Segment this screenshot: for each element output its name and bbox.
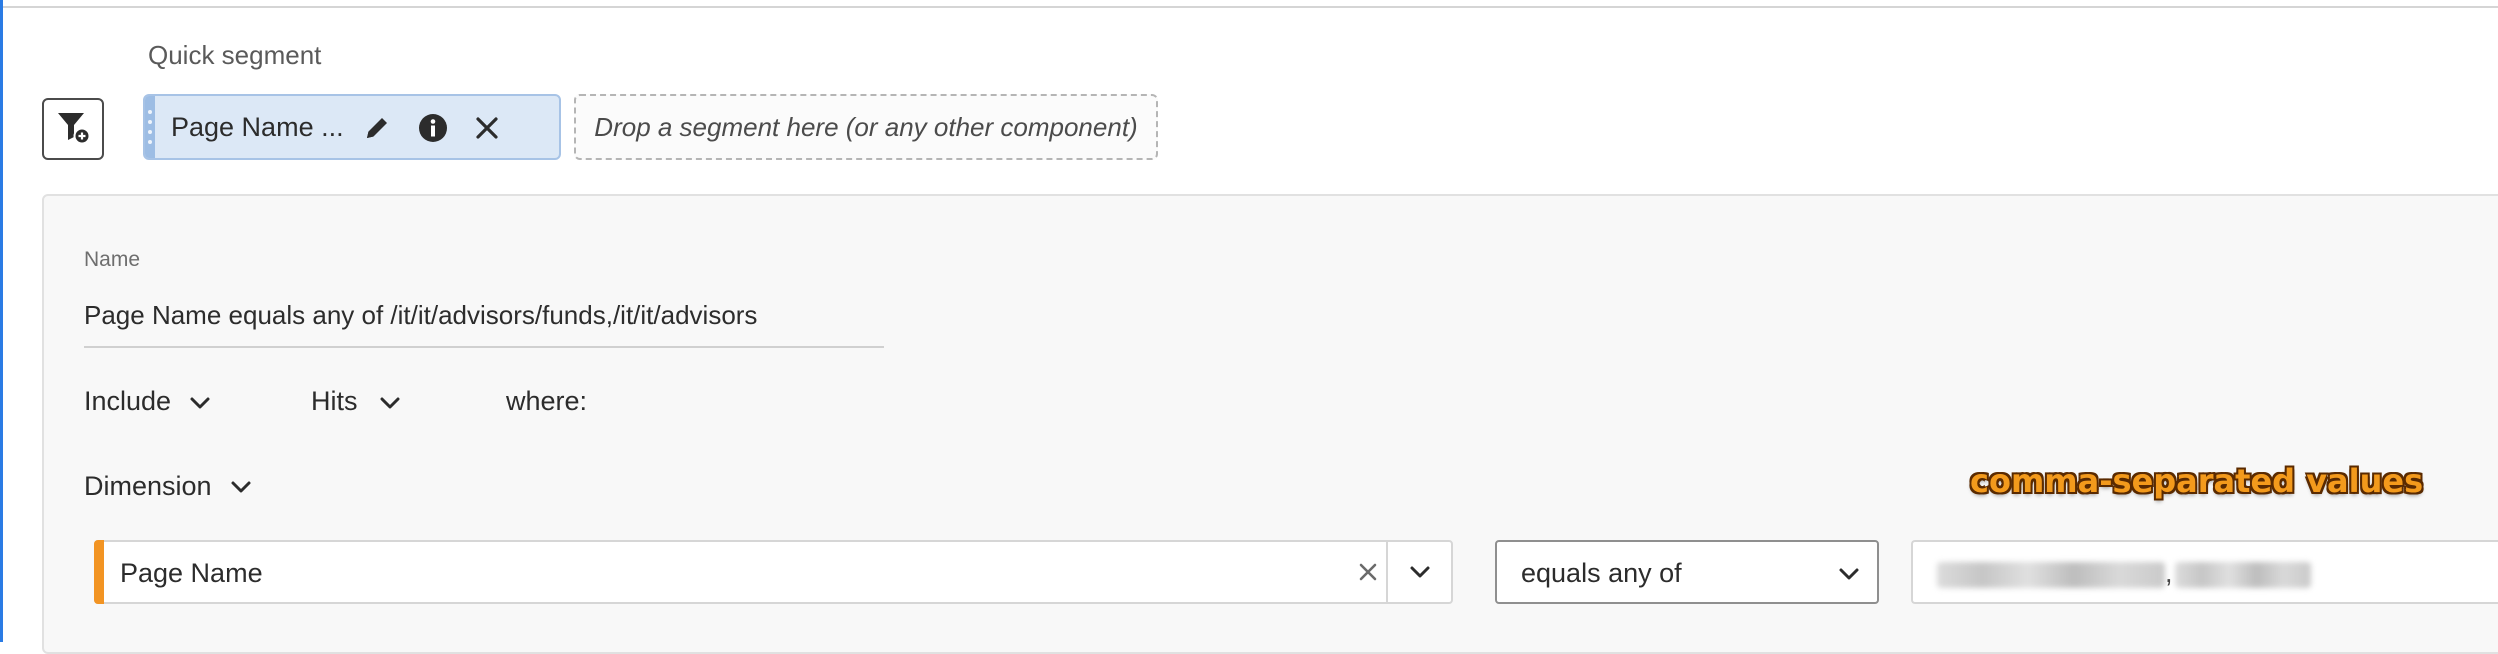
include-label: Include bbox=[84, 386, 172, 416]
dimension-combobox[interactable]: Page Name bbox=[94, 540, 1453, 604]
left-edge-accent bbox=[0, 0, 3, 642]
dimension-value: Page Name bbox=[120, 558, 263, 588]
hits-label: Hits bbox=[311, 386, 358, 416]
chevron-down-icon bbox=[377, 390, 403, 421]
redacted-value bbox=[2175, 562, 2311, 588]
combobox-divider bbox=[1386, 542, 1388, 602]
redacted-value bbox=[1937, 562, 2165, 588]
clear-icon[interactable] bbox=[1348, 552, 1388, 592]
filter-add-icon bbox=[55, 109, 91, 150]
dimension-accent-bar bbox=[94, 540, 104, 604]
top-divider bbox=[0, 0, 2498, 8]
comma-separated-annotation: comma-separated values bbox=[1970, 462, 2424, 500]
chevron-down-icon bbox=[228, 474, 254, 505]
chevron-down-icon bbox=[1410, 566, 1430, 578]
segment-chip-label: Page Name ... bbox=[171, 112, 344, 142]
quick-segment-label: Quick segment bbox=[148, 40, 322, 70]
drag-handle[interactable] bbox=[145, 96, 155, 158]
pencil-icon[interactable] bbox=[357, 108, 397, 148]
chevron-down-icon bbox=[1829, 554, 1869, 594]
operator-value: equals any of bbox=[1521, 558, 1682, 588]
name-label: Name bbox=[84, 248, 141, 271]
close-icon[interactable] bbox=[467, 108, 507, 148]
operator-select[interactable]: equals any of bbox=[1495, 540, 1879, 604]
where-label: where: bbox=[506, 386, 588, 416]
segment-chip[interactable]: Page Name ... bbox=[143, 94, 561, 160]
add-segment-button[interactable] bbox=[42, 98, 104, 160]
segment-drop-zone[interactable]: Drop a segment here (or any other compon… bbox=[574, 94, 1158, 160]
dimension-toggle-button[interactable] bbox=[1390, 550, 1450, 594]
dimension-label: Dimension bbox=[84, 471, 212, 501]
info-icon[interactable] bbox=[413, 108, 453, 148]
value-separator: , bbox=[2165, 558, 2173, 588]
values-input[interactable]: , bbox=[1911, 540, 2498, 604]
segment-name-field[interactable]: Page Name equals any of /it/it/advisors/… bbox=[84, 300, 757, 331]
name-field-underline bbox=[84, 346, 884, 348]
chevron-down-icon bbox=[187, 390, 213, 421]
